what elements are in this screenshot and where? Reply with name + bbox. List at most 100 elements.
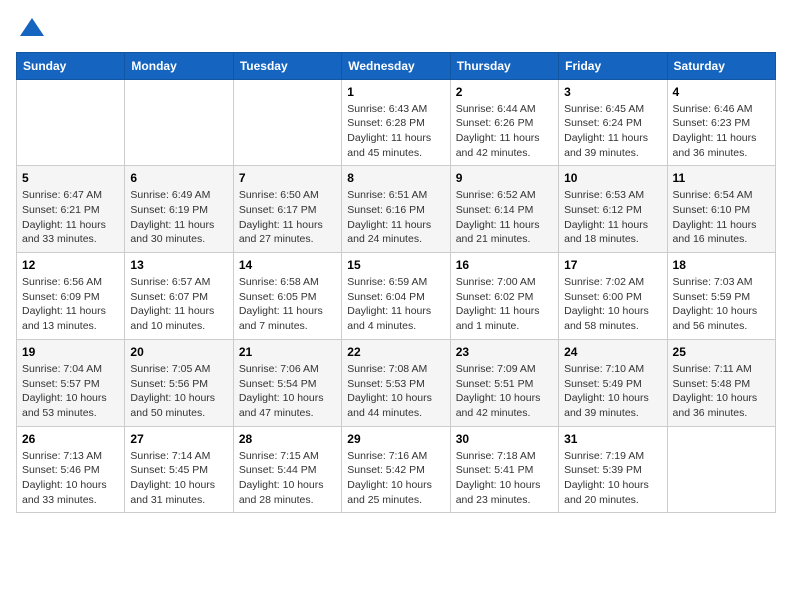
day-info: Sunrise: 7:11 AMSunset: 5:48 PMDaylight:… [673, 362, 770, 421]
day-info: Sunrise: 6:58 AMSunset: 6:05 PMDaylight:… [239, 275, 336, 334]
day-info: Sunrise: 6:46 AMSunset: 6:23 PMDaylight:… [673, 102, 770, 161]
calendar-cell: 20 Sunrise: 7:05 AMSunset: 5:56 PMDaylig… [125, 339, 233, 426]
day-info: Sunrise: 6:50 AMSunset: 6:17 PMDaylight:… [239, 188, 336, 247]
day-number: 28 [239, 432, 336, 446]
day-number: 21 [239, 345, 336, 359]
weekday-header: Saturday [667, 52, 775, 79]
day-number: 31 [564, 432, 661, 446]
weekday-header: Tuesday [233, 52, 341, 79]
calendar-cell: 7 Sunrise: 6:50 AMSunset: 6:17 PMDayligh… [233, 166, 341, 253]
day-number: 25 [673, 345, 770, 359]
calendar-cell: 23 Sunrise: 7:09 AMSunset: 5:51 PMDaylig… [450, 339, 558, 426]
day-number: 6 [130, 171, 227, 185]
day-number: 9 [456, 171, 553, 185]
day-number: 12 [22, 258, 119, 272]
calendar-cell: 2 Sunrise: 6:44 AMSunset: 6:26 PMDayligh… [450, 79, 558, 166]
calendar-cell [667, 426, 775, 513]
day-info: Sunrise: 6:56 AMSunset: 6:09 PMDaylight:… [22, 275, 119, 334]
day-info: Sunrise: 7:00 AMSunset: 6:02 PMDaylight:… [456, 275, 553, 334]
day-info: Sunrise: 7:05 AMSunset: 5:56 PMDaylight:… [130, 362, 227, 421]
day-number: 8 [347, 171, 444, 185]
day-info: Sunrise: 7:14 AMSunset: 5:45 PMDaylight:… [130, 449, 227, 508]
day-number: 2 [456, 85, 553, 99]
day-info: Sunrise: 7:03 AMSunset: 5:59 PMDaylight:… [673, 275, 770, 334]
day-number: 26 [22, 432, 119, 446]
calendar-cell: 27 Sunrise: 7:14 AMSunset: 5:45 PMDaylig… [125, 426, 233, 513]
day-info: Sunrise: 7:09 AMSunset: 5:51 PMDaylight:… [456, 362, 553, 421]
calendar-cell: 22 Sunrise: 7:08 AMSunset: 5:53 PMDaylig… [342, 339, 450, 426]
calendar-cell: 9 Sunrise: 6:52 AMSunset: 6:14 PMDayligh… [450, 166, 558, 253]
day-info: Sunrise: 7:15 AMSunset: 5:44 PMDaylight:… [239, 449, 336, 508]
calendar-cell: 21 Sunrise: 7:06 AMSunset: 5:54 PMDaylig… [233, 339, 341, 426]
calendar-cell: 24 Sunrise: 7:10 AMSunset: 5:49 PMDaylig… [559, 339, 667, 426]
calendar-cell: 10 Sunrise: 6:53 AMSunset: 6:12 PMDaylig… [559, 166, 667, 253]
calendar-week-row: 26 Sunrise: 7:13 AMSunset: 5:46 PMDaylig… [17, 426, 776, 513]
day-info: Sunrise: 7:13 AMSunset: 5:46 PMDaylight:… [22, 449, 119, 508]
day-info: Sunrise: 7:19 AMSunset: 5:39 PMDaylight:… [564, 449, 661, 508]
day-number: 23 [456, 345, 553, 359]
weekday-header: Friday [559, 52, 667, 79]
day-info: Sunrise: 6:51 AMSunset: 6:16 PMDaylight:… [347, 188, 444, 247]
logo-text [16, 16, 46, 44]
day-number: 10 [564, 171, 661, 185]
calendar-week-row: 19 Sunrise: 7:04 AMSunset: 5:57 PMDaylig… [17, 339, 776, 426]
day-info: Sunrise: 7:10 AMSunset: 5:49 PMDaylight:… [564, 362, 661, 421]
calendar-table: SundayMondayTuesdayWednesdayThursdayFrid… [16, 52, 776, 514]
logo [16, 16, 46, 40]
day-info: Sunrise: 6:47 AMSunset: 6:21 PMDaylight:… [22, 188, 119, 247]
calendar-cell: 25 Sunrise: 7:11 AMSunset: 5:48 PMDaylig… [667, 339, 775, 426]
day-number: 15 [347, 258, 444, 272]
day-info: Sunrise: 6:57 AMSunset: 6:07 PMDaylight:… [130, 275, 227, 334]
day-number: 16 [456, 258, 553, 272]
calendar-cell: 4 Sunrise: 6:46 AMSunset: 6:23 PMDayligh… [667, 79, 775, 166]
day-info: Sunrise: 6:54 AMSunset: 6:10 PMDaylight:… [673, 188, 770, 247]
day-number: 11 [673, 171, 770, 185]
day-info: Sunrise: 6:53 AMSunset: 6:12 PMDaylight:… [564, 188, 661, 247]
day-info: Sunrise: 6:44 AMSunset: 6:26 PMDaylight:… [456, 102, 553, 161]
day-number: 22 [347, 345, 444, 359]
day-number: 30 [456, 432, 553, 446]
calendar-cell: 17 Sunrise: 7:02 AMSunset: 6:00 PMDaylig… [559, 253, 667, 340]
calendar-cell: 30 Sunrise: 7:18 AMSunset: 5:41 PMDaylig… [450, 426, 558, 513]
day-number: 29 [347, 432, 444, 446]
day-number: 24 [564, 345, 661, 359]
calendar-cell: 19 Sunrise: 7:04 AMSunset: 5:57 PMDaylig… [17, 339, 125, 426]
calendar-cell: 11 Sunrise: 6:54 AMSunset: 6:10 PMDaylig… [667, 166, 775, 253]
calendar-week-row: 12 Sunrise: 6:56 AMSunset: 6:09 PMDaylig… [17, 253, 776, 340]
day-number: 20 [130, 345, 227, 359]
weekday-header: Thursday [450, 52, 558, 79]
calendar-cell: 26 Sunrise: 7:13 AMSunset: 5:46 PMDaylig… [17, 426, 125, 513]
day-info: Sunrise: 7:18 AMSunset: 5:41 PMDaylight:… [456, 449, 553, 508]
calendar-cell: 3 Sunrise: 6:45 AMSunset: 6:24 PMDayligh… [559, 79, 667, 166]
calendar-week-row: 1 Sunrise: 6:43 AMSunset: 6:28 PMDayligh… [17, 79, 776, 166]
day-number: 19 [22, 345, 119, 359]
calendar-cell: 5 Sunrise: 6:47 AMSunset: 6:21 PMDayligh… [17, 166, 125, 253]
day-info: Sunrise: 6:52 AMSunset: 6:14 PMDaylight:… [456, 188, 553, 247]
day-info: Sunrise: 7:06 AMSunset: 5:54 PMDaylight:… [239, 362, 336, 421]
weekday-header: Wednesday [342, 52, 450, 79]
weekday-header-row: SundayMondayTuesdayWednesdayThursdayFrid… [17, 52, 776, 79]
day-info: Sunrise: 6:59 AMSunset: 6:04 PMDaylight:… [347, 275, 444, 334]
calendar-cell: 13 Sunrise: 6:57 AMSunset: 6:07 PMDaylig… [125, 253, 233, 340]
day-info: Sunrise: 7:04 AMSunset: 5:57 PMDaylight:… [22, 362, 119, 421]
day-info: Sunrise: 6:43 AMSunset: 6:28 PMDaylight:… [347, 102, 444, 161]
day-info: Sunrise: 7:02 AMSunset: 6:00 PMDaylight:… [564, 275, 661, 334]
calendar-cell: 31 Sunrise: 7:19 AMSunset: 5:39 PMDaylig… [559, 426, 667, 513]
calendar-cell: 14 Sunrise: 6:58 AMSunset: 6:05 PMDaylig… [233, 253, 341, 340]
day-number: 1 [347, 85, 444, 99]
day-number: 4 [673, 85, 770, 99]
day-info: Sunrise: 7:16 AMSunset: 5:42 PMDaylight:… [347, 449, 444, 508]
day-number: 3 [564, 85, 661, 99]
day-number: 14 [239, 258, 336, 272]
day-number: 13 [130, 258, 227, 272]
calendar-cell: 16 Sunrise: 7:00 AMSunset: 6:02 PMDaylig… [450, 253, 558, 340]
calendar-cell: 28 Sunrise: 7:15 AMSunset: 5:44 PMDaylig… [233, 426, 341, 513]
calendar-cell [17, 79, 125, 166]
day-number: 17 [564, 258, 661, 272]
day-number: 7 [239, 171, 336, 185]
calendar-cell: 8 Sunrise: 6:51 AMSunset: 6:16 PMDayligh… [342, 166, 450, 253]
calendar-cell: 6 Sunrise: 6:49 AMSunset: 6:19 PMDayligh… [125, 166, 233, 253]
calendar-cell: 18 Sunrise: 7:03 AMSunset: 5:59 PMDaylig… [667, 253, 775, 340]
calendar-cell: 15 Sunrise: 6:59 AMSunset: 6:04 PMDaylig… [342, 253, 450, 340]
day-info: Sunrise: 6:45 AMSunset: 6:24 PMDaylight:… [564, 102, 661, 161]
